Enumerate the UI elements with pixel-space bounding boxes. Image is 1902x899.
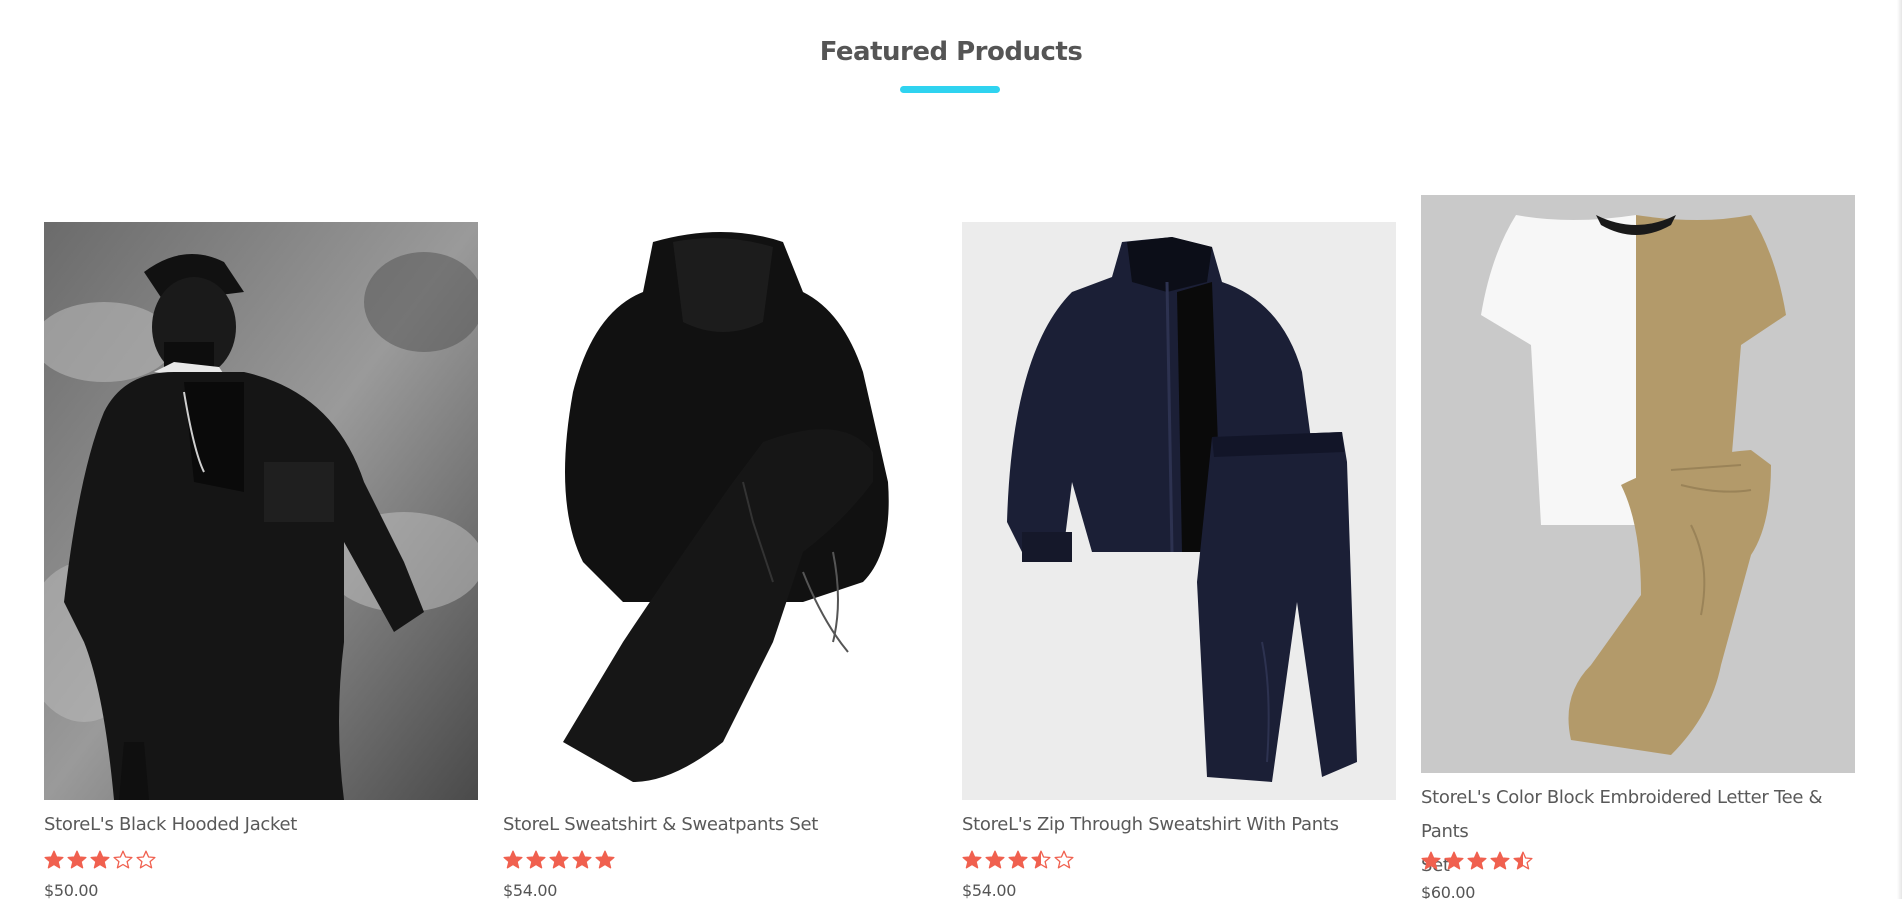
star-full-icon: [572, 850, 592, 869]
star-full-icon: [962, 850, 982, 869]
product-price-4: $60.00: [1421, 883, 1476, 899]
product-image-1[interactable]: [44, 222, 478, 800]
product-image-2[interactable]: [503, 222, 937, 800]
black-hooded-jacket-photo: [44, 222, 478, 800]
star-full-icon: [985, 850, 1005, 869]
star-full-icon: [503, 850, 523, 869]
star-full-icon: [1444, 851, 1464, 870]
star-full-icon: [549, 850, 569, 869]
star-empty-icon: [136, 850, 156, 869]
product-rating-4: [1421, 851, 1533, 875]
product-name-3[interactable]: StoreL's Zip Through Sweatshirt With Pan…: [962, 808, 1396, 842]
product-name-1[interactable]: StoreL's Black Hooded Jacket: [44, 808, 478, 842]
star-full-icon: [1490, 851, 1510, 870]
star-full-icon: [595, 850, 615, 869]
product-rating-3: [962, 850, 1074, 874]
product-name-2[interactable]: StoreL Sweatshirt & Sweatpants Set: [503, 808, 937, 842]
star-empty-icon: [1054, 850, 1074, 869]
star-full-icon: [526, 850, 546, 869]
section-title: Featured Products: [819, 37, 1083, 67]
featured-products-section: Featured Products StoreL's Black Hooded …: [0, 0, 1902, 899]
product-image-4[interactable]: [1421, 195, 1855, 773]
star-full-icon: [1421, 851, 1441, 870]
product-rating-1: [44, 850, 156, 874]
star-full-icon: [1467, 851, 1487, 870]
star-half-icon: [1513, 851, 1533, 870]
star-full-icon: [44, 850, 64, 869]
star-empty-icon: [113, 850, 133, 869]
black-hoodie-sweatpants-photo: [503, 222, 937, 800]
product-price-2: $54.00: [503, 881, 558, 899]
product-image-3[interactable]: [962, 222, 1396, 800]
star-full-icon: [1008, 850, 1028, 869]
product-name-4-line1[interactable]: StoreL's Color Block Embroidered Letter …: [1421, 787, 1823, 842]
star-full-icon: [90, 850, 110, 869]
star-half-icon: [1031, 850, 1051, 869]
title-underline: [900, 86, 1000, 93]
product-rating-2: [503, 850, 615, 874]
color-block-tee-pants-photo: [1421, 195, 1855, 773]
scrollbar-edge: [1897, 0, 1902, 899]
navy-tracksuit-photo: [962, 222, 1396, 800]
star-full-icon: [67, 850, 87, 869]
product-price-3: $54.00: [962, 881, 1017, 899]
product-price-1: $50.00: [44, 881, 99, 899]
